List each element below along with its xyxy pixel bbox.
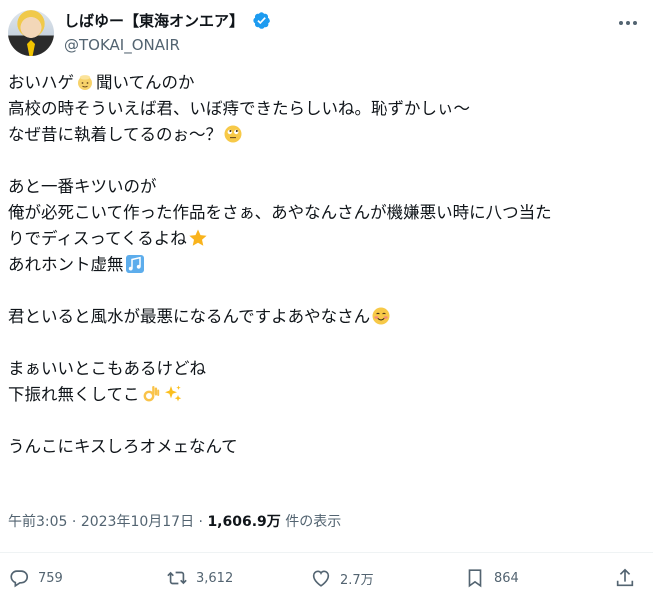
avatar-tie-graphic (27, 40, 35, 56)
tweet-line-8: 君といると風水が最悪になるんですよあやなさん (8, 304, 638, 330)
tweet-line-4: あと一番キツいのが (8, 177, 157, 196)
more-options-icon[interactable] (617, 12, 639, 34)
tweet-header: しばゆー【東海オンエア】 @TOKAI_ONAIR (8, 8, 645, 58)
star-emoji-icon (189, 229, 207, 246)
share-icon (616, 568, 634, 587)
bookmark-count: 864 (494, 570, 519, 586)
tweet-line-2: 高校の時そういえば君、いぼ痔できたらしいね。恥ずかしぃ～ (8, 99, 470, 118)
verified-badge-icon (253, 12, 271, 29)
tweet-line-10: 下振れ無くしてこ (8, 382, 638, 408)
meta-separator: · (67, 514, 81, 530)
tweet-text: おいハゲ 聞いてんのか 高校の時そういえば君、いぼ痔できたらしいね。恥ずかしぃ～ … (8, 70, 638, 460)
reply-button[interactable]: 759 (8, 565, 63, 591)
like-count: 2.7万 (340, 572, 374, 588)
bald-person-emoji-icon (78, 75, 92, 90)
divider (0, 552, 653, 553)
tweet-line-3: なぜ昔に執着してるのぉ～？ (8, 122, 638, 148)
sparkles-emoji-icon (164, 385, 181, 402)
reply-count: 759 (38, 570, 63, 586)
tweet-line-1: おいハゲ 聞いてんのか (8, 73, 195, 92)
ok-hand-emoji-icon (143, 386, 159, 402)
bookmark-button[interactable]: 864 (464, 565, 519, 591)
smiling-blush-emoji-icon (372, 307, 390, 325)
tweet-actions: 759 3,612 2.7万 864 (8, 565, 645, 591)
view-count[interactable]: 1,606.9万 (207, 514, 280, 530)
view-count-label: 件の表示 (280, 514, 342, 530)
tweet-card: しばゆー【東海オンエア】 @TOKAI_ONAIR おいハゲ 聞いてんのか 高校の… (0, 0, 653, 594)
reply-icon (10, 570, 29, 588)
musical-notes-emoji-icon (125, 255, 144, 273)
like-button[interactable]: 2.7万 (310, 565, 374, 591)
tweet-time[interactable]: 午前3:05 (8, 514, 67, 530)
retweet-count: 3,612 (196, 570, 234, 586)
tweet-line-11: うんこにキスしろオメェなんて (8, 437, 238, 456)
retweet-button[interactable]: 3,612 (166, 565, 233, 591)
author-display-name[interactable]: しばゆー【東海オンエア】 (64, 11, 244, 31)
heart-icon (312, 570, 330, 587)
meta-separator-2: · (194, 514, 208, 530)
tweet-line-9: まぁいいとこもあるけどね (8, 359, 206, 378)
author-handle[interactable]: @TOKAI_ONAIR (64, 35, 271, 55)
author-block: しばゆー【東海オンエア】 @TOKAI_ONAIR (64, 10, 271, 55)
tweet-meta: 午前3:05 · 2023年10月17日 · 1,606.9万 件の表示 (8, 512, 341, 532)
avatar[interactable] (8, 10, 54, 56)
bookmark-icon (468, 569, 482, 588)
tweet-line-6: りでディスってくるよね (8, 226, 638, 252)
tweet-line-7: あれホント虚無 (8, 252, 638, 278)
retweet-icon (167, 571, 187, 585)
tweet-line-5: 俺が必死こいて作った作品をさぁ、あやなんさんが機嫌悪い時に八つ当た (8, 203, 552, 222)
share-button[interactable] (614, 565, 644, 591)
rolling-eyes-emoji-icon (224, 125, 242, 143)
tweet-date[interactable]: 2023年10月17日 (81, 514, 194, 530)
